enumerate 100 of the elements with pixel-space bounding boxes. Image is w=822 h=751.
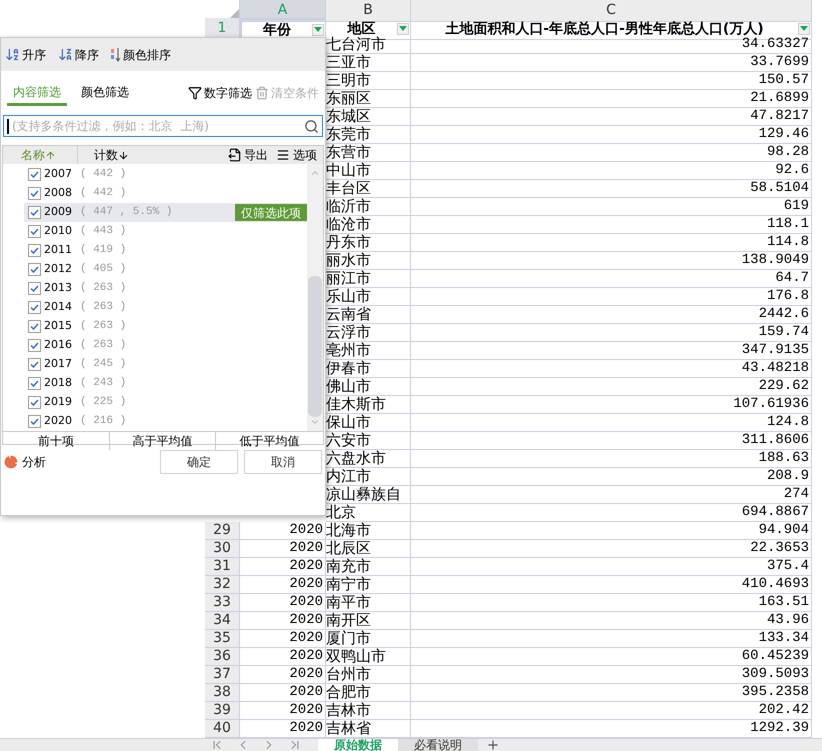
row-number: 33 (205, 594, 240, 612)
filter-tab[interactable]: 内容筛选 (7, 80, 67, 106)
item-count: ( 245 ) (80, 357, 126, 372)
table-cell: 南充市 (326, 558, 411, 576)
checkbox[interactable] (28, 263, 41, 276)
filter-list-item[interactable]: 2012 ( 405 ) (24, 260, 307, 279)
checkbox[interactable] (28, 282, 41, 295)
cancel-button[interactable]: 取消 (244, 450, 322, 474)
quick-filter-button[interactable]: 高于平均值 (110, 432, 216, 450)
caret-icon (399, 26, 407, 31)
column-header[interactable]: B (326, 0, 411, 22)
item-count: ( 243 ) (80, 376, 126, 392)
ok-button[interactable]: 确定 (160, 450, 238, 474)
table-cell: 43.48218 (411, 360, 812, 378)
filter-list-item[interactable]: 2017 ( 245 ) (24, 355, 307, 374)
table-cell: 176.8 (411, 288, 812, 306)
add-sheet-icon[interactable] (486, 739, 500, 751)
row-number: 40 (205, 720, 240, 738)
column-header[interactable]: C (411, 0, 812, 22)
item-count: ( 225 ) (80, 395, 126, 410)
table-cell: 188.63 (411, 450, 812, 468)
menu-icon (276, 148, 290, 162)
filter-dropdown-button[interactable] (312, 24, 324, 36)
table-cell: 60.45239 (411, 648, 812, 666)
table-cell: 229.62 (411, 378, 812, 396)
checkbox[interactable] (28, 244, 41, 257)
checkbox[interactable] (28, 415, 41, 428)
table-cell: 43.96 (411, 612, 812, 630)
table-cell: 厦门市 (326, 630, 411, 648)
table-cell: 159.74 (411, 324, 812, 342)
analysis-button[interactable]: 分析 (4, 453, 46, 471)
table-cell: 311.8606 (411, 432, 812, 450)
sort-ascending-icon (5, 47, 20, 62)
table-cell: 92.6 (411, 162, 812, 180)
quick-filter-button[interactable]: 前十项 (3, 432, 110, 450)
filter-list-item[interactable]: 2020 ( 216 ) (24, 412, 307, 431)
options-button[interactable]: 选项 (276, 146, 317, 164)
table-cell: 34.63327 (411, 36, 812, 54)
filter-list-item[interactable]: 2013 ( 263 ) (24, 279, 307, 298)
item-label: 2011 (44, 242, 72, 258)
table-cell: 2020 (240, 630, 326, 648)
count-sort-header[interactable]: 计数 (78, 146, 129, 164)
item-count: ( 442 ) (80, 186, 126, 202)
search-icon (304, 118, 319, 134)
item-label: 2010 (44, 223, 72, 240)
checkbox[interactable] (28, 225, 41, 238)
filter-dropdown-button[interactable] (397, 22, 409, 34)
number-filter-button[interactable]: 数字筛选 (188, 80, 252, 106)
table-cell: 21.6899 (411, 90, 812, 108)
table-cell: 2020 (240, 612, 326, 630)
checkbox[interactable] (28, 339, 41, 352)
table-cell: 163.51 (411, 594, 812, 612)
filter-list-item[interactable]: 2018 ( 243 ) (24, 374, 307, 393)
scrollbar-thumb[interactable] (308, 276, 322, 417)
filter-list-item[interactable]: 2008 ( 442 ) (24, 184, 307, 203)
table-cell: 133.34 (411, 630, 812, 648)
checkbox[interactable] (28, 168, 41, 181)
quick-filter-button[interactable]: 低于平均值 (216, 432, 323, 450)
export-button[interactable]: 导出 (228, 146, 268, 164)
filter-tab[interactable]: 颜色筛选 (75, 80, 135, 106)
item-count: ( 447 , 5.5% ) (80, 205, 172, 220)
filter-list-item[interactable]: 2011 ( 419 ) (24, 241, 307, 260)
table-cell: 2020 (240, 684, 326, 702)
table-cell: 2020 (240, 594, 326, 612)
checkbox[interactable] (28, 301, 41, 314)
filter-list-item[interactable]: 2019 ( 225 ) (24, 393, 307, 412)
checkbox[interactable] (28, 396, 41, 409)
table-cell: 47.8217 (411, 108, 812, 126)
filter-dropdown-button[interactable] (798, 22, 810, 34)
item-label: 2018 (44, 375, 72, 392)
item-label: 2012 (44, 261, 72, 278)
checkbox[interactable] (28, 377, 41, 390)
filter-list-item[interactable]: 2014 ( 263 ) (24, 298, 307, 317)
caret-icon (800, 26, 808, 31)
table-cell: 2442.6 (411, 306, 812, 324)
filter-list-item[interactable]: 2007 ( 442 ) (24, 165, 307, 184)
table-cell: 北海市 (326, 522, 411, 540)
item-count: ( 443 ) (80, 224, 126, 240)
color-sort-button[interactable]: 颜色排序 (111, 46, 171, 64)
table-cell: 南宁市 (326, 576, 411, 594)
export-icon (228, 148, 242, 162)
search-field[interactable]: (支持多条件过滤，例如：北京 上海) (3, 115, 323, 137)
filter-list-item[interactable]: 2015 ( 263 ) (24, 317, 307, 336)
checkbox[interactable] (28, 358, 41, 371)
checkbox[interactable] (28, 320, 41, 333)
row-number: 30 (205, 540, 240, 558)
table-cell: 北辰区 (326, 540, 411, 558)
checkbox[interactable] (28, 187, 41, 200)
checkbox[interactable] (28, 206, 41, 219)
item-count: ( 263 ) (80, 281, 126, 296)
filter-list-item[interactable]: 2016 ( 263 ) (24, 336, 307, 355)
sort-descending-button[interactable]: 降序 (58, 46, 99, 64)
filter-list-item[interactable]: 2010 ( 443 ) (24, 222, 307, 241)
table-cell: 2020 (240, 666, 326, 684)
filter-list-item[interactable]: 2009 ( 447 , 5.5% ) 仅筛选此项 (24, 203, 307, 222)
table-cell: 347.9135 (411, 342, 812, 360)
table-cell: 台州市 (326, 666, 411, 684)
sort-ascending-button[interactable]: 升序 (5, 46, 46, 64)
item-count: ( 419 ) (80, 243, 126, 258)
item-label: 2015 (44, 318, 72, 334)
